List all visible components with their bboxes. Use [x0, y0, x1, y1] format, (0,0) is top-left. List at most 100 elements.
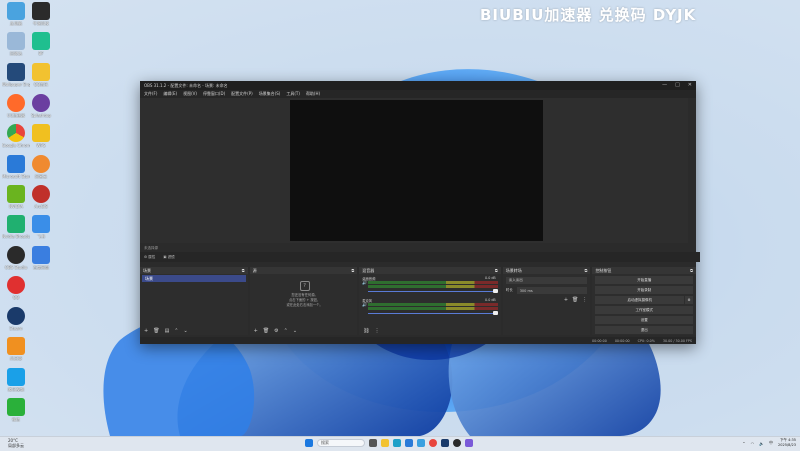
menu-tools[interactable]: 工具(T)	[286, 91, 300, 97]
language-indicator[interactable]: 中	[769, 440, 773, 446]
edge-icon[interactable]	[393, 439, 401, 447]
menu-profile[interactable]: 配置文件(P)	[231, 91, 253, 97]
properties-button[interactable]: ⚙ 属性	[144, 255, 155, 260]
gear-icon[interactable]: ⚙	[274, 328, 278, 334]
desktop-icon-bf[interactable]: BF	[27, 32, 55, 56]
maximize-icon[interactable]: □	[675, 82, 680, 88]
undock-icon[interactable]: ⧉	[495, 268, 498, 273]
obs-window[interactable]: OBS 31.1.2 - 配置文件: 未命名 - 场景: 未命名 — □ ✕ 文…	[140, 81, 700, 344]
preview-canvas[interactable]	[290, 100, 543, 241]
desktop-icon-steam[interactable]: Steam	[2, 307, 30, 331]
undock-icon[interactable]: ⧉	[351, 268, 354, 273]
desktop-icon-feishu[interactable]: 飞书	[27, 215, 55, 239]
undock-icon[interactable]: ⧉	[242, 268, 245, 273]
speaker-icon[interactable]: 🔊	[362, 280, 367, 285]
chevron-up-icon[interactable]: ⌃	[284, 328, 288, 334]
desktop-icon-splashtop[interactable]: Splashtop	[27, 94, 55, 118]
desktop-icon-qq[interactable]: QQ	[2, 276, 30, 300]
app-icon[interactable]	[465, 439, 473, 447]
desktop-icon-wechat[interactable]: 微信	[2, 398, 30, 422]
desktop-icon-uu[interactable]: UU加速器	[2, 94, 30, 118]
sources-dock: 源 ⧉ ? 您还没有任何源。 点击下面的 + 按钮， 或在此处右击添加一个。 + …	[249, 267, 358, 335]
close-icon[interactable]: ✕	[688, 82, 692, 88]
studio-mode-button[interactable]: 工作室模式	[595, 306, 694, 314]
trash-icon[interactable]: 🗑	[572, 297, 578, 303]
trash-icon[interactable]: 🗑	[263, 328, 269, 334]
desktop-icon-netease[interactable]: 网易云	[27, 155, 55, 179]
desktop-icon-chrome[interactable]: Google Chrome	[2, 124, 30, 148]
desktop-icon-this-pc[interactable]: 此电脑	[2, 2, 30, 26]
menu-file[interactable]: 文件(F)	[144, 91, 157, 97]
duration-input[interactable]: 300 ms	[516, 287, 588, 294]
scene-list-item[interactable]: 场景	[142, 275, 246, 282]
obs-icon[interactable]	[453, 439, 461, 447]
start-virtual-camera-button[interactable]: 启动虚拟摄像机	[595, 296, 685, 304]
add-icon[interactable]: +	[254, 328, 258, 334]
chrome-icon[interactable]	[429, 439, 437, 447]
menu-help[interactable]: 帮助(H)	[306, 91, 320, 97]
exit-button[interactable]: 退出	[595, 326, 694, 334]
taskbar-search[interactable]: 搜索	[317, 439, 365, 447]
menu-docks[interactable]: 停靠窗口(D)	[203, 91, 225, 97]
desktop-icon-sunlogin[interactable]: 向日葵	[2, 337, 30, 361]
store-icon	[7, 155, 25, 173]
weather-widget[interactable]: 20°C 局部多云	[8, 438, 24, 448]
volume-slider[interactable]	[368, 311, 499, 315]
add-icon[interactable]: +	[144, 328, 148, 334]
cpu-usage: CPU: 0.0%	[637, 338, 655, 343]
start-recording-button[interactable]: 开始录制	[595, 286, 694, 294]
preview-background[interactable]	[140, 98, 688, 243]
desktop-icon-arcgis[interactable]: ArcGIS	[27, 185, 55, 209]
start-streaming-button[interactable]: 开始直播	[595, 276, 694, 284]
trash-icon[interactable]: 🗑	[153, 328, 159, 334]
slider-knob[interactable]	[493, 289, 499, 293]
controls-dock-title: 控制按钮 ⧉	[592, 267, 697, 274]
settings-button[interactable]: 设置	[595, 316, 694, 324]
chevron-down-icon[interactable]: ⌄	[293, 328, 297, 334]
filter-icon[interactable]: ▤	[165, 328, 170, 334]
store-icon[interactable]	[405, 439, 413, 447]
slider-knob[interactable]	[493, 311, 499, 315]
add-icon[interactable]: +	[564, 297, 568, 303]
filters-button[interactable]: ▣ 滤镜	[163, 255, 174, 260]
gear-icon[interactable]: ⚙	[685, 296, 694, 304]
desktop-icon-recycle-bin[interactable]: 回收站	[2, 32, 30, 56]
speaker-icon[interactable]: 🔈	[759, 441, 764, 446]
task-view-icon[interactable]	[369, 439, 377, 447]
chevron-up-icon[interactable]: ⌃	[174, 328, 178, 334]
desktop-icon-broadcast[interactable]: Nvidia Broadcast	[2, 215, 30, 239]
desktop-icon-qq-music[interactable]: QQ音乐	[27, 63, 55, 87]
desktop-icon-store[interactable]: Microsoft Store	[2, 155, 30, 179]
undock-icon[interactable]: ⧉	[585, 268, 588, 273]
undock-icon[interactable]: ⧉	[690, 268, 693, 273]
volume-slider[interactable]	[368, 289, 499, 293]
more-icon[interactable]: ⋮	[582, 297, 587, 303]
minimize-icon[interactable]: —	[662, 82, 667, 88]
menu-view[interactable]: 视图(V)	[183, 91, 197, 97]
obs-titlebar[interactable]: OBS 31.1.2 - 配置文件: 未命名 - 场景: 未命名 — □ ✕	[140, 81, 696, 90]
windows-start-icon[interactable]	[305, 439, 313, 447]
desktop-icon-obs[interactable]: OBS Studio	[2, 246, 30, 270]
desktop-icon-niuke[interactable]: 牛客科技	[27, 2, 55, 26]
link-icon[interactable]: ⛓	[363, 328, 369, 334]
transition-select[interactable]: 淡入淡出	[505, 277, 588, 284]
file-explorer-icon[interactable]	[381, 439, 389, 447]
taskbar-clock[interactable]: 下午 4:35 2025/8/23	[778, 438, 796, 448]
desktop-icon-nvidia[interactable]: NVIDIA	[2, 185, 30, 209]
desktop-icon-wps[interactable]: WPS	[27, 124, 55, 148]
transitions-dock-title: 场景转场 ⧉	[502, 267, 591, 274]
chevron-down-icon[interactable]: ⌄	[184, 328, 188, 334]
weather-desc: 局部多云	[8, 443, 24, 448]
desktop-icon-baidu-netdisk[interactable]: 百度网盘	[27, 246, 55, 270]
menu-edit[interactable]: 编辑(E)	[163, 91, 177, 97]
app-icon[interactable]	[417, 439, 425, 447]
menu-scene-collection[interactable]: 场景集合(S)	[259, 91, 281, 97]
desktop-icon-wallpaper-engine[interactable]: Wallpaper Engine	[2, 63, 30, 87]
desktop-icon-tencent-video[interactable]: 腾讯视频	[2, 368, 30, 392]
splashtop-icon	[32, 94, 50, 112]
more-icon[interactable]: ⋮	[375, 328, 380, 334]
wifi-icon[interactable]: ◠	[751, 441, 755, 446]
steam-icon[interactable]	[441, 439, 449, 447]
speaker-icon[interactable]: 🔊	[362, 302, 367, 307]
chevron-up-icon[interactable]: ⌃	[742, 441, 745, 446]
